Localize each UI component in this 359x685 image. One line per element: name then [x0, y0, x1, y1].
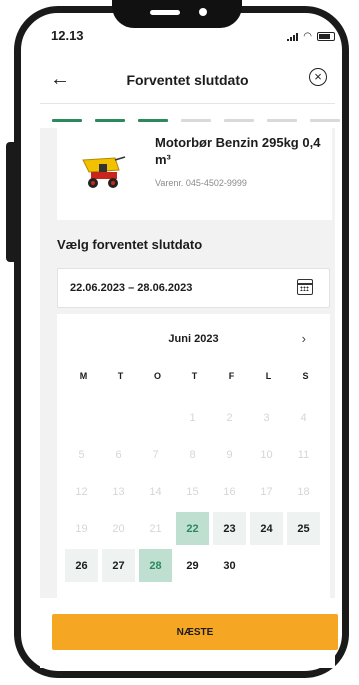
weekday-label: T [191, 371, 198, 381]
calendar-day: 21 [149, 522, 162, 535]
calendar-day: 5 [78, 448, 85, 461]
calendar-day[interactable]: 22 [176, 512, 209, 545]
calendar-day[interactable]: 25 [287, 512, 320, 545]
calendar-day: 4 [300, 411, 307, 424]
calendar-month-label: Juni 2023 [168, 333, 219, 345]
calendar-day: 6 [115, 448, 122, 461]
product-card: Motorbør Benzin 295kg 0,4 m³ Varenr. 045… [57, 128, 332, 220]
progress-step-3 [138, 119, 168, 122]
date-range-value: 22.06.2023 – 28.06.2023 [70, 282, 193, 294]
status-time: 12.13 [51, 28, 84, 43]
calendar-day: 15 [186, 485, 199, 498]
signal-icon [287, 32, 299, 41]
progress-step-5 [224, 119, 254, 122]
weekday-header: MTOTFLS [65, 371, 324, 381]
wifi-icon: ◠ [303, 30, 312, 42]
calendar-day: 19 [75, 522, 88, 535]
calendar-day[interactable]: 29 [176, 549, 209, 582]
calendar-day: 14 [149, 485, 162, 498]
calendar-day[interactable]: 27 [102, 549, 135, 582]
product-sku: Varenr. 045-4502-9999 [155, 178, 247, 188]
date-range-field[interactable]: 22.06.2023 – 28.06.2023 [57, 268, 330, 308]
calendar-day: 18 [297, 485, 310, 498]
date-section-label: Vælg forventet slutdato [57, 237, 203, 252]
calendar-day: 11 [297, 448, 310, 461]
close-circle-icon[interactable]: × [309, 68, 327, 86]
chevron-right-icon[interactable]: › [302, 331, 306, 346]
progress-step-6 [267, 119, 297, 122]
calendar-day: 20 [112, 522, 125, 535]
weekday-label: L [265, 371, 272, 381]
calendar-day: 16 [223, 485, 236, 498]
wheelbarrow-image [82, 156, 126, 188]
progress-step-2 [95, 119, 125, 122]
product-name: Motorbør Benzin 295kg 0,4 m³ [155, 135, 321, 167]
step-progress [52, 119, 340, 122]
calendar-day: 7 [152, 448, 159, 461]
calendar-day[interactable]: 23 [213, 512, 246, 545]
calendar-day: 3 [263, 411, 270, 424]
weekday-label: F [228, 371, 235, 381]
weekday-label: T [117, 371, 124, 381]
calendar-day: 8 [189, 448, 196, 461]
notch-camera [199, 8, 207, 16]
calendar-days: 1 2 3 4 5 6 7 8 9 10 11 12 13 14 15 16 17 18 19 20 21 22 23 24 2… [65, 401, 320, 582]
header-divider [40, 103, 335, 104]
calendar-day[interactable]: 28 [139, 549, 172, 582]
progress-step-7 [310, 119, 340, 122]
calendar-day: 9 [226, 448, 233, 461]
weekday-label: M [79, 371, 88, 381]
notch-speaker [150, 10, 180, 15]
page-header: ← Forventet slutdato × [40, 66, 335, 96]
weekday-label: O [153, 371, 161, 381]
progress-step-4 [181, 119, 211, 122]
status-icons: ◠ [287, 30, 335, 42]
calendar-day: 13 [112, 485, 125, 498]
calendar-day: 10 [260, 448, 273, 461]
battery-icon [317, 32, 335, 41]
calendar-day: 2 [226, 411, 233, 424]
page-title: Forventet slutdato [126, 72, 249, 88]
calendar-icon[interactable] [297, 279, 313, 295]
calendar-day[interactable]: 26 [65, 549, 98, 582]
progress-step-1 [52, 119, 82, 122]
calendar-day[interactable]: 24 [250, 512, 283, 545]
weekday-label: S [302, 371, 309, 381]
calendar-day: 12 [75, 485, 88, 498]
calendar-day: 1 [189, 411, 196, 424]
next-button[interactable]: NÆSTE [52, 614, 338, 650]
calendar-day[interactable]: 30 [213, 549, 246, 582]
calendar-picker: Juni 2023 › MTOTFLS 1 2 3 4 5 6 7 8 9 10 11 12 13 14 1… [57, 314, 330, 598]
main-content[interactable]: Motorbør Benzin 295kg 0,4 m³ Varenr. 045… [40, 128, 335, 598]
calendar-day: 17 [260, 485, 273, 498]
phone-notch [112, 0, 242, 28]
